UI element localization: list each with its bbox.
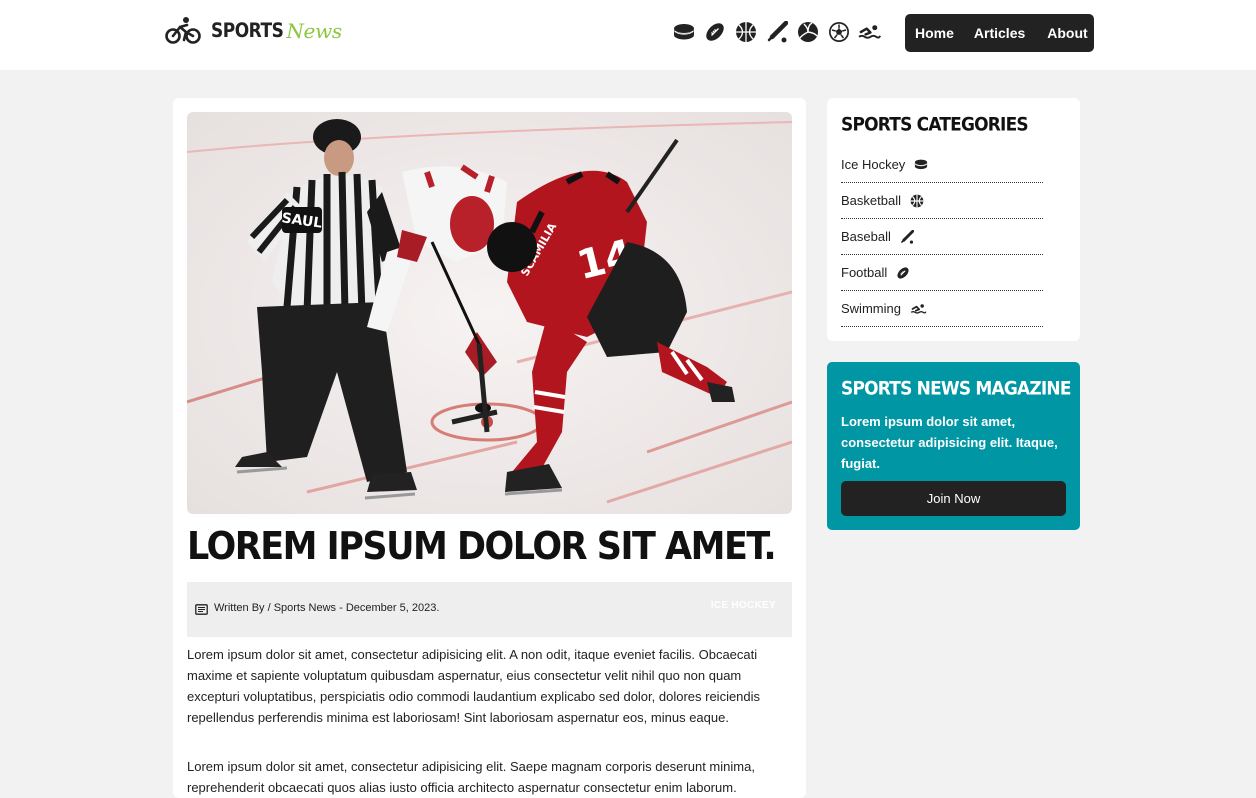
swimmer-icon[interactable] bbox=[858, 21, 881, 44]
article-category-tag[interactable]: ICE HOCKEY bbox=[711, 600, 776, 611]
article-card: SAUL 14 SCAMILIA LOREM IPSUM DOLOR SIT A… bbox=[173, 98, 806, 798]
site-header: SPORTS News Home Articles About bbox=[0, 0, 1256, 70]
magazine-title: SPORTS NEWS MAGAZINE bbox=[841, 378, 1071, 400]
article-meta-bar: Written By / Sports News - December 5, 2… bbox=[187, 582, 792, 637]
baseball-bat-icon[interactable] bbox=[765, 21, 788, 44]
main-nav: Home Articles About bbox=[905, 14, 1094, 52]
category-item-swimming[interactable]: Swimming bbox=[841, 291, 1043, 327]
magazine-widget: SPORTS NEWS MAGAZINE Lorem ipsum dolor s… bbox=[827, 362, 1080, 530]
hockey-puck-icon[interactable] bbox=[672, 21, 695, 44]
category-item-football[interactable]: Football bbox=[841, 255, 1043, 291]
join-now-button[interactable]: Join Now bbox=[841, 481, 1066, 516]
categories-title: SPORTS CATEGORIES bbox=[841, 114, 1029, 136]
magazine-description: Lorem ipsum dolor sit amet, consectetur … bbox=[841, 414, 1058, 471]
category-label: Ice Hockey bbox=[841, 157, 906, 172]
category-label: Swimming bbox=[841, 301, 901, 316]
nav-about-link[interactable]: About bbox=[1047, 25, 1087, 41]
baseball-bat-icon bbox=[900, 229, 914, 244]
nav-home-link[interactable]: Home bbox=[915, 25, 954, 41]
basketball-icon[interactable] bbox=[734, 21, 757, 44]
newspaper-icon bbox=[195, 604, 208, 615]
article-byline: Written By / Sports News - December 5, 2… bbox=[214, 602, 440, 614]
article-paragraph: Lorem ipsum dolor sit amet, consectetur … bbox=[187, 647, 761, 725]
category-label: Basketball bbox=[841, 193, 901, 208]
basketball-icon bbox=[910, 194, 924, 208]
article-title: LOREM IPSUM DOLOR SIT AMET. bbox=[187, 525, 777, 569]
football-icon[interactable] bbox=[703, 21, 726, 44]
category-label: Football bbox=[841, 265, 888, 280]
hockey-photo: SAUL 14 SCAMILIA bbox=[187, 112, 792, 514]
volleyball-icon[interactable] bbox=[796, 21, 819, 44]
nav-articles-link[interactable]: Articles bbox=[974, 25, 1025, 41]
categories-list: Ice Hockey Basketball Baseball Football … bbox=[841, 147, 1043, 327]
logo-sports-text: SPORTS bbox=[211, 19, 284, 43]
categories-widget: SPORTS CATEGORIES Ice Hockey Basketball … bbox=[827, 98, 1080, 341]
category-item-basketball[interactable]: Basketball bbox=[841, 183, 1043, 219]
swimmer-icon bbox=[910, 303, 927, 315]
soccer-ball-icon[interactable] bbox=[827, 21, 850, 44]
category-label: Baseball bbox=[841, 229, 891, 244]
site-logo[interactable]: SPORTS News bbox=[165, 15, 342, 47]
category-item-baseball[interactable]: Baseball bbox=[841, 219, 1043, 255]
header-sport-icons bbox=[672, 20, 881, 44]
hockey-puck-icon bbox=[914, 159, 928, 170]
logo-news-text: News bbox=[286, 19, 342, 43]
bicycle-icon bbox=[165, 17, 201, 44]
football-icon bbox=[896, 266, 910, 280]
category-item-ice-hockey[interactable]: Ice Hockey bbox=[841, 147, 1043, 183]
